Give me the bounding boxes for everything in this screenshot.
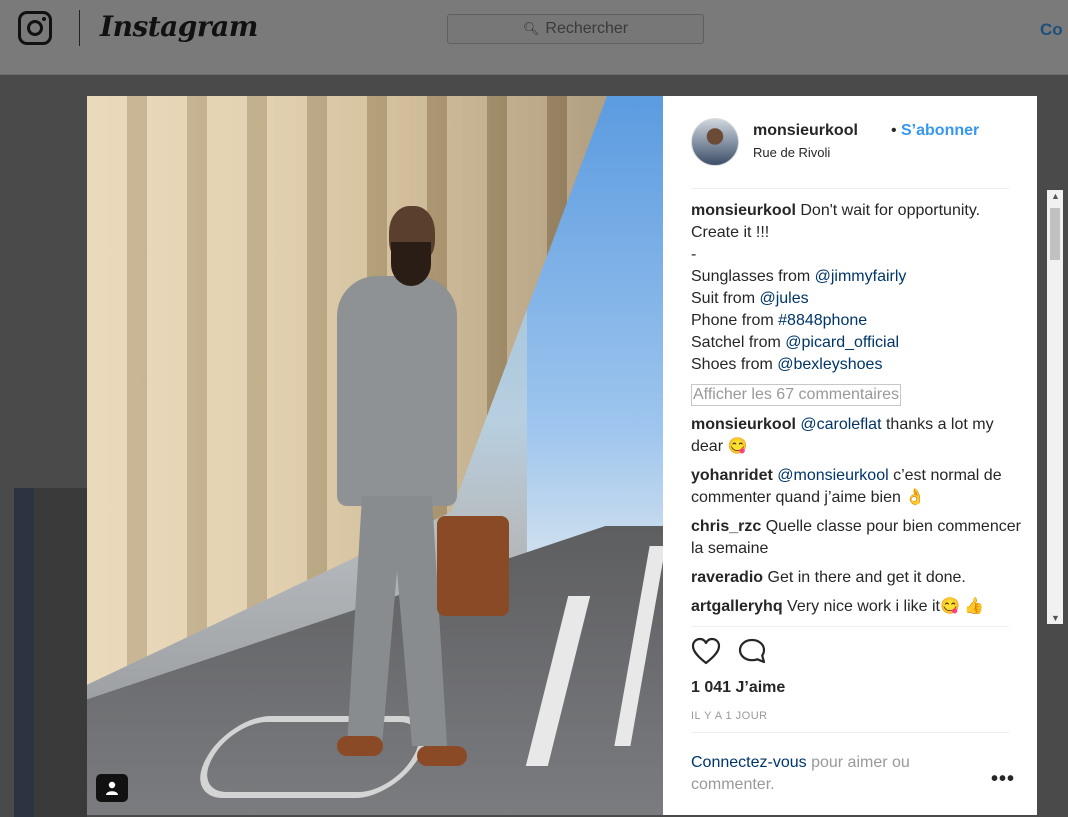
divider — [691, 626, 1009, 627]
comment-text: Get in there and get it done. — [767, 569, 966, 586]
mention-link[interactable]: @jimmyfairly — [815, 268, 907, 285]
comments-scrollbar[interactable]: ▲ ▼ — [1047, 190, 1063, 624]
divider — [691, 188, 1009, 189]
comments-list[interactable]: monsieurkool Don't wait for opportunity.… — [691, 200, 1021, 624]
mention-link[interactable]: @caroleflat — [800, 416, 881, 433]
comment-item: chris_rzc Quelle classe pour bien commen… — [691, 516, 1021, 560]
mention-link[interactable]: @bexleyshoes — [777, 356, 882, 373]
post-photo[interactable] — [87, 96, 663, 815]
caption-username[interactable]: monsieurkool — [691, 202, 796, 219]
author-username[interactable]: monsieurkool — [753, 122, 858, 140]
caption-line: Shoes from @bexleyshoes — [691, 356, 883, 373]
photo-man-in-suit — [317, 206, 509, 786]
load-more-comments-button[interactable]: Afficher les 67 commentaires — [691, 384, 902, 406]
login-link[interactable]: Connectez-vous — [691, 754, 807, 771]
follow-button[interactable]: S’abonner — [901, 122, 979, 140]
connect-link[interactable]: Co — [1040, 20, 1063, 40]
background-post-thumbnail — [14, 488, 87, 817]
comment-item: yohanridet @monsieurkool c’est normal de… — [691, 465, 1021, 509]
mention-link[interactable]: @monsieurkool — [777, 467, 888, 484]
comment-username[interactable]: yohanridet — [691, 467, 773, 484]
mention-link[interactable]: @picard_official — [785, 334, 899, 351]
comment-username[interactable]: chris_rzc — [691, 518, 761, 535]
comment-username[interactable]: raveradio — [691, 569, 763, 586]
search-box[interactable]: 🔍︎ Rechercher — [447, 14, 704, 44]
avatar[interactable] — [691, 118, 739, 166]
caption-line: Sunglasses from @jimmyfairly — [691, 268, 907, 285]
comment-item: monsieurkool @caroleflat thanks a lot my… — [691, 414, 1021, 458]
comment-text: Very nice work i like it😋 👍 — [787, 598, 985, 615]
comment-bubble-icon[interactable] — [738, 637, 768, 670]
separator-dot: • — [891, 122, 897, 139]
login-prompt: Connectez-vous pour aimer ou commenter. — [691, 752, 961, 796]
photo-trousers — [347, 496, 447, 746]
comment-username[interactable]: artgalleryhq — [691, 598, 783, 615]
divider — [691, 732, 1009, 733]
photo-shoe — [417, 746, 467, 766]
user-tag-icon[interactable] — [96, 774, 128, 802]
post-timestamp[interactable]: IL Y A 1 JOUR — [691, 710, 768, 722]
like-count[interactable]: 1 041 J’aime — [691, 679, 785, 697]
logo-divider — [79, 10, 80, 46]
instagram-camera-icon[interactable] — [18, 11, 52, 45]
caption-line: Satchel from @picard_official — [691, 334, 900, 351]
photo-beard — [391, 242, 431, 286]
search-placeholder: Rechercher — [545, 20, 629, 37]
caption-line: Phone from #8848phone — [691, 312, 868, 329]
post-location[interactable]: Rue de Rivoli — [753, 145, 830, 160]
comment-item: artgalleryhq Very nice work i like it😋 👍 — [691, 596, 1021, 618]
photo-shoe — [337, 736, 383, 756]
scroll-down-arrow-icon[interactable]: ▼ — [1051, 613, 1060, 623]
heart-icon[interactable] — [691, 637, 721, 670]
caption: monsieurkool Don't wait for opportunity.… — [691, 200, 1021, 376]
caption-line: Suit from @jules — [691, 290, 809, 307]
top-navigation-bar: Instagram 🔍︎ Rechercher Co — [0, 0, 1068, 75]
comment-username[interactable]: monsieurkool — [691, 416, 796, 433]
instagram-wordmark[interactable]: Instagram — [100, 10, 258, 43]
post-side-panel: monsieurkool • S’abonner Rue de Rivoli m… — [663, 96, 1063, 815]
photo-satchel — [437, 516, 509, 616]
scroll-up-arrow-icon[interactable]: ▲ — [1051, 191, 1060, 201]
caption-line: - — [691, 246, 697, 263]
mention-link[interactable]: @jules — [759, 290, 808, 307]
scrollbar-thumb[interactable] — [1050, 208, 1060, 260]
more-options-button[interactable]: ••• — [991, 768, 1015, 791]
search-icon: 🔍︎ — [522, 21, 540, 36]
photo-suit — [337, 276, 457, 506]
post-header: monsieurkool • S’abonner Rue de Rivoli — [691, 118, 1011, 168]
hashtag-link[interactable]: #8848phone — [778, 312, 867, 329]
comment-item: raveradio Get in there and get it done. — [691, 567, 1021, 589]
post-modal: monsieurkool • S’abonner Rue de Rivoli m… — [87, 96, 1063, 815]
